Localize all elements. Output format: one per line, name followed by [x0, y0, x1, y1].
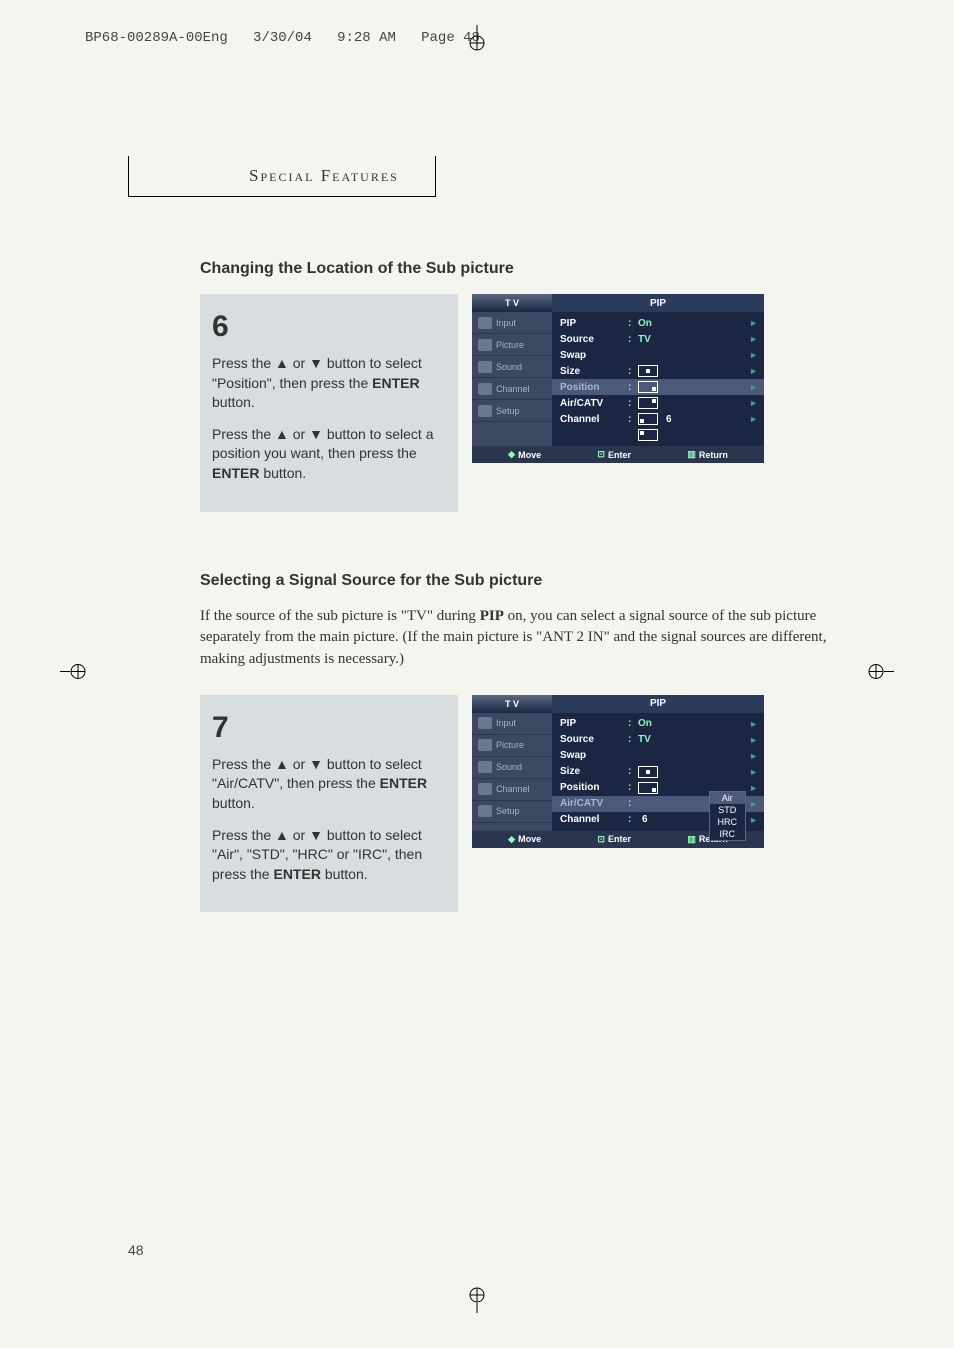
return-icon: ▥: [687, 449, 696, 460]
osd-sidebar: Input Picture Sound Channel Setup: [472, 713, 552, 831]
crop-mark-right-icon: [866, 658, 894, 691]
subsection-title-1: Changing the Location of the Sub picture: [200, 260, 850, 278]
subsection-title-2: Selecting a Signal Source for the Sub pi…: [200, 572, 850, 590]
osd-menu-title: PIP: [552, 294, 764, 312]
dropdown-item: HRC: [710, 816, 746, 828]
section-2-description: If the source of the sub picture is "TV"…: [200, 606, 850, 671]
section-header: Special Features: [128, 156, 436, 197]
enter-icon: ⊡: [597, 449, 605, 460]
position-bl-icon: [638, 413, 658, 425]
crop-mark-bottom-icon: [463, 1285, 491, 1318]
crop-mark-left-icon: [60, 658, 88, 691]
picture-icon: [478, 339, 492, 351]
dropdown-item: Air: [710, 792, 746, 804]
return-icon: ▥: [687, 834, 696, 845]
crop-mark-top-icon: [463, 25, 491, 58]
section-header-text: Special Features: [249, 166, 399, 185]
step-6-block: 6 Press the ▲ or ▼ button to select "Pos…: [200, 294, 850, 512]
setup-icon: [478, 405, 492, 417]
page-number: 48: [128, 1242, 144, 1258]
osd-menu-title: PIP: [552, 695, 764, 713]
osd-footer: ◆Move ⊡Enter ▥Return: [472, 446, 764, 463]
step-7-block: 7 Press the ▲ or ▼ button to select "Air…: [200, 695, 850, 913]
move-icon: ◆: [508, 834, 515, 845]
print-header: BP68-00289A-00Eng 3/30/04 9:28 AM Page 4…: [85, 30, 480, 46]
setup-icon: [478, 805, 492, 817]
enter-icon: ⊡: [597, 834, 605, 845]
channel-icon: [478, 383, 492, 395]
filename: BP68-00289A-00Eng: [85, 30, 228, 46]
sound-icon: [478, 361, 492, 373]
position-tl-icon: [638, 429, 658, 441]
position-tr-icon: [638, 397, 658, 409]
osd-screenshot-2: T V PIP Input Picture Sound Channel Setu…: [472, 695, 764, 848]
step-6-instructions: 6 Press the ▲ or ▼ button to select "Pos…: [200, 294, 458, 512]
osd-screenshot-1: T V PIP Input Picture Sound Channel Setu…: [472, 294, 764, 463]
time: 9:28 AM: [337, 30, 396, 46]
dropdown-item: IRC: [710, 828, 746, 840]
picture-icon: [478, 739, 492, 751]
position-br-icon: [638, 381, 658, 393]
channel-icon: [478, 783, 492, 795]
sound-icon: [478, 761, 492, 773]
osd-tv-label: T V: [472, 298, 552, 308]
position-br-icon: [638, 782, 658, 794]
move-icon: ◆: [508, 449, 515, 460]
step-number-6: 6: [212, 306, 446, 348]
step-7-instructions: 7 Press the ▲ or ▼ button to select "Air…: [200, 695, 458, 913]
osd-sidebar: Input Picture Sound Channel Setup: [472, 312, 552, 446]
input-icon: [478, 317, 492, 329]
input-icon: [478, 717, 492, 729]
aircatv-dropdown: Air STD HRC IRC: [709, 791, 747, 841]
dropdown-item: STD: [710, 804, 746, 816]
size-icon: [638, 365, 658, 377]
date: 3/30/04: [253, 30, 312, 46]
step-number-7: 7: [212, 707, 446, 749]
osd-tv-label: T V: [472, 699, 552, 709]
size-icon: [638, 766, 658, 778]
